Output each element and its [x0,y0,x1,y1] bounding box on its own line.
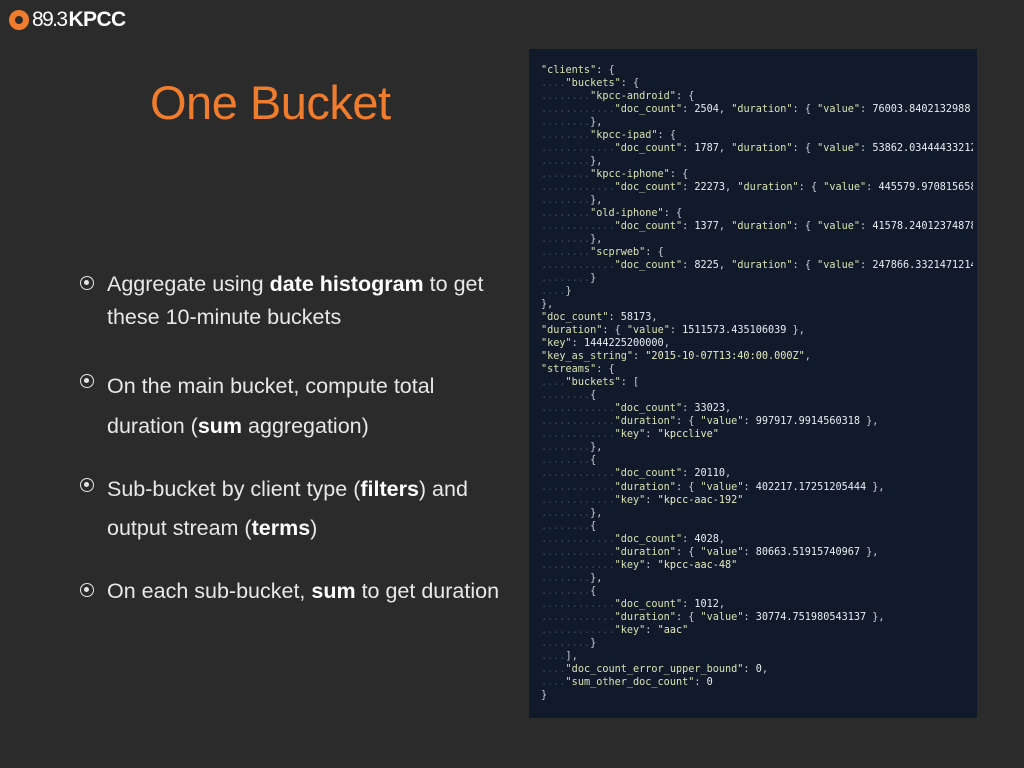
code-line: }, [541,299,554,311]
code-line: "streams": { [541,364,615,376]
bullet-icon [80,583,94,597]
bullet-emphasis: sum [311,579,356,603]
code-line: ............"duration": { "value": 30774… [541,611,885,623]
code-line: ........}, [541,572,603,584]
code-line: ...."doc_count_error_upper_bound": 0, [541,663,768,675]
code-line: ............"doc_count": 1787, "duration… [541,143,973,155]
code-line: ........} [541,273,597,285]
code-screenshot: "clients": {...."buckets": {........"kpc… [529,49,977,718]
code-line: "duration": { "value": 1511573.435106039… [541,325,805,337]
bullet-text-part: Sub-bucket by client type ( [107,477,361,501]
code-line: ............"key": "kpcclive" [541,429,719,441]
bullet-icon [80,374,94,388]
code-line: ........"kpcc-android": { [541,91,695,103]
code-line: ........{ [541,520,597,532]
bullet-emphasis: filters [360,477,419,501]
code-line: ........{ [541,390,597,402]
code-line: ............"doc_count": 1377, "duration… [541,221,973,233]
bullet-text-part: aggregation) [242,414,369,438]
kpcc-logo: 89.3 KPCC [9,7,126,33]
code-line: ........{ [541,455,597,467]
code-line: ............"key": "aac" [541,624,689,636]
code-line: ...."buckets": [ [541,377,640,389]
code-line: ........}, [541,442,603,454]
bullet-icon [80,276,94,290]
bullet-emphasis: date histogram [269,272,424,296]
bullet-text: On each sub-bucket, sum to get duration [107,575,507,608]
code-line: "clients": { [541,65,615,76]
logo-name: KPCC [68,8,126,31]
code-line: ....} [541,286,572,298]
bullet-icon [80,478,94,492]
code-line: ............"doc_count": 4028, [541,533,726,545]
code-line: ........}, [541,117,603,129]
code-line: "key": 1444225200000, [541,338,670,350]
code-line: ........}, [541,195,603,207]
logo-ring-icon [9,10,29,30]
bullet-text-part: On each sub-bucket, [107,579,312,603]
bullet-text-part: to get duration [355,579,500,603]
code-line: ........} [541,637,597,649]
code-line: ...."buckets": { [541,78,640,90]
code-line: ............"doc_count": 22273, "duratio… [541,182,973,194]
bullet-text-part: Aggregate using [107,272,270,296]
code-line: ........"scprweb": { [541,247,664,259]
code-line: ............"doc_count": 1012, [541,598,726,610]
code-line: "key_as_string": "2015-10-07T13:40:00.00… [541,351,811,363]
bullet-emphasis: terms [251,516,311,540]
code-line: ............"doc_count": 2504, "duration… [541,104,971,116]
bullet-emphasis: sum [197,414,243,438]
code-line: ............"duration": { "value": 80663… [541,546,879,558]
code-line: ............"doc_count": 33023, [541,403,732,415]
bullet-text-part: ) [310,516,318,540]
code-line: ........"old-iphone": { [541,208,683,220]
code-line: ........}, [541,234,603,246]
code-line: ............"duration": { "value": 40221… [541,481,885,493]
code-line: ........}, [541,156,603,168]
code-line: ........}, [541,507,603,519]
bullet-text: On the main bucket, compute total durati… [107,366,507,446]
code-line: ............"key": "kpcc-aac-48" [541,559,738,571]
code-line: "doc_count": 58173, [541,312,658,324]
code-line: ............"doc_count": 20110, [541,468,732,480]
slide-title: One Bucket [150,76,391,129]
bullet-text: Sub-bucket by client type (filters) and … [107,470,507,548]
bullet-text: Aggregate using date histogram to get th… [107,268,507,334]
code-line: ....], [541,650,578,662]
slide: 89.3 KPCC One Bucket Aggregate using dat… [0,0,1024,768]
code-body: "clients": {...."buckets": {........"kpc… [541,64,973,702]
code-line: ........"kpcc-iphone": { [541,169,689,181]
code-line: ........"kpcc-ipad": { [541,130,676,142]
logo-frequency: 89.3 [32,8,68,31]
code-line: ...."sum_other_doc_count": 0 [541,676,713,688]
code-line: ............"doc_count": 8225, "duration… [541,260,973,272]
code-line: ........{ [541,585,597,597]
code-line: ............"key": "kpcc-aac-192" [541,494,744,506]
code-line: ............"duration": { "value": 99791… [541,416,879,428]
code-line: } [541,689,548,701]
